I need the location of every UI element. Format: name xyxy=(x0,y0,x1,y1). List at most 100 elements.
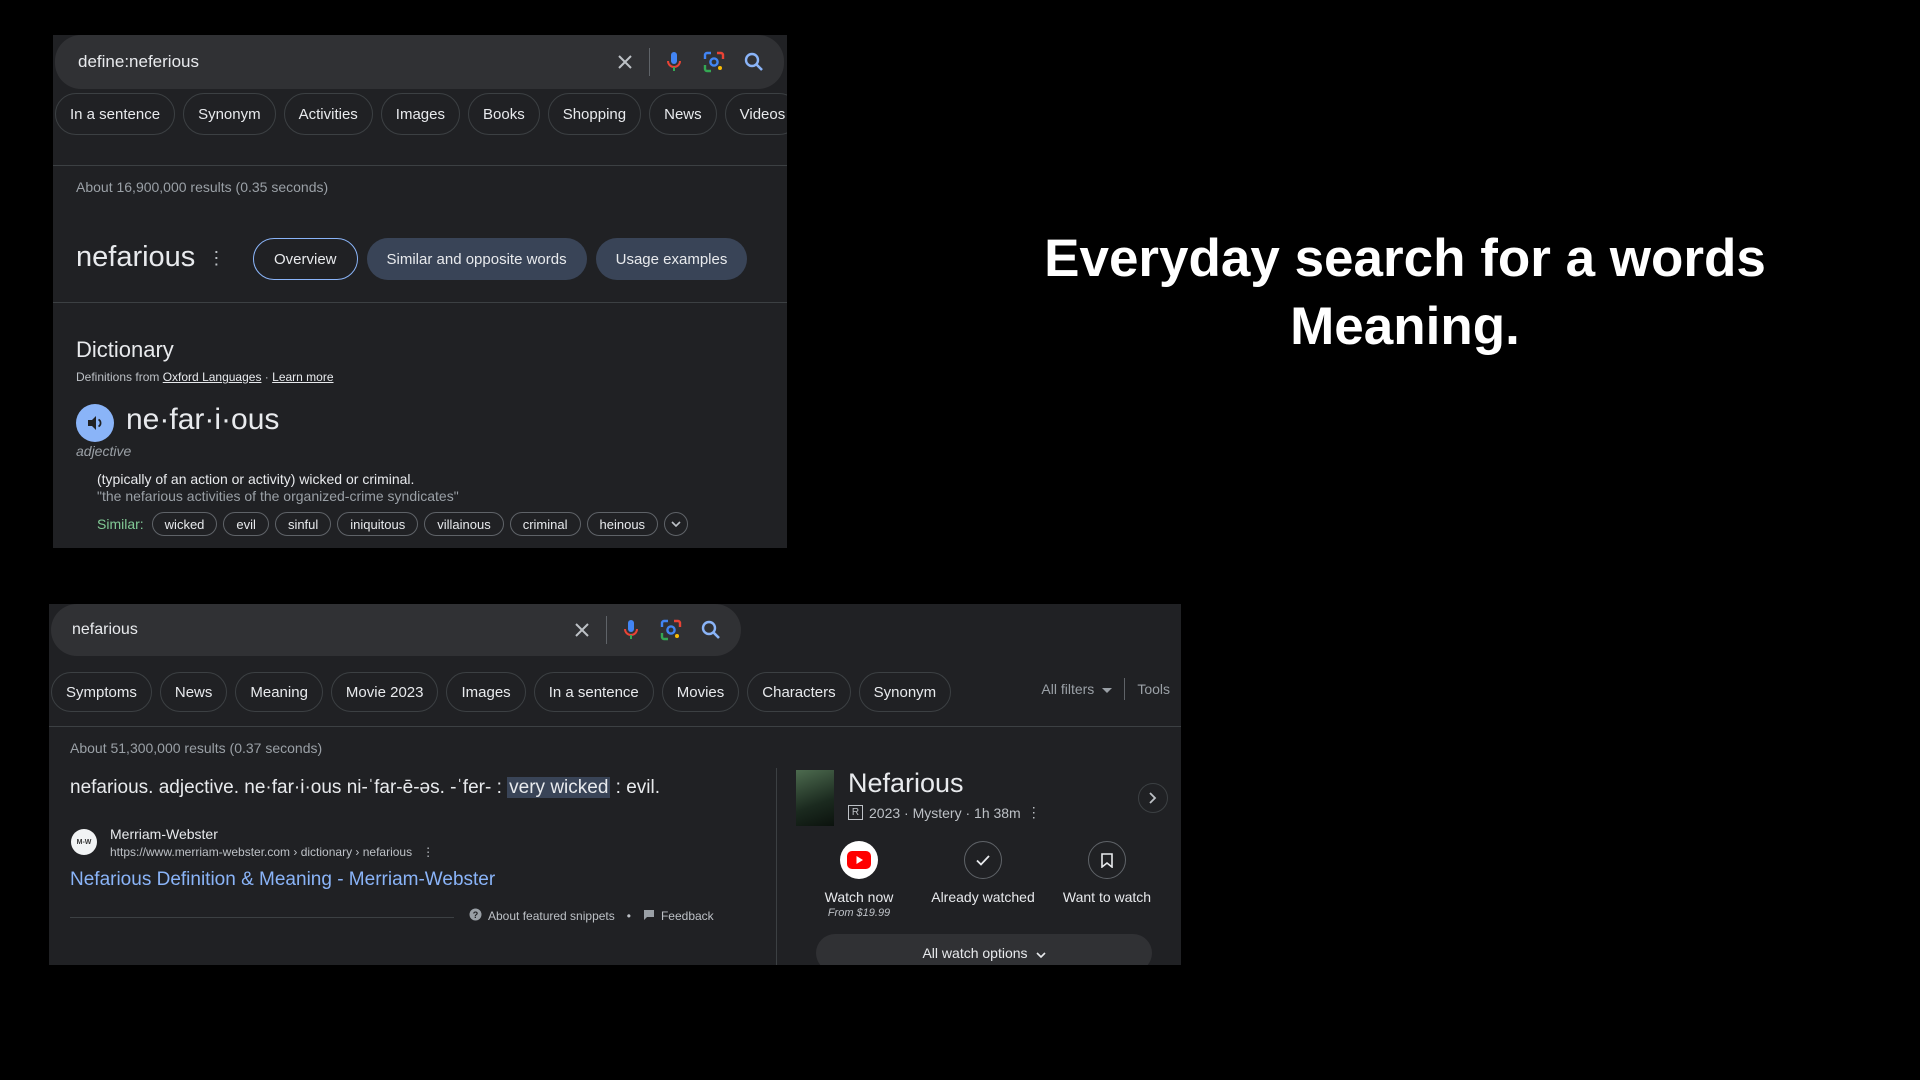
want-to-watch-option[interactable]: Want to watch xyxy=(1047,841,1167,905)
already-watched-label: Already watched xyxy=(931,889,1035,905)
source-prefix: Definitions from xyxy=(76,370,160,384)
watch-now-option[interactable]: Watch now From $19.99 xyxy=(799,841,919,919)
chip-news[interactable]: News xyxy=(649,93,717,135)
word-header: nefarious ⋮ xyxy=(76,241,225,274)
chip-books[interactable]: Books xyxy=(468,93,540,135)
bookmark-icon xyxy=(1088,841,1126,879)
search-screenshot-define: define:neferious In a sentence Synonym A… xyxy=(53,35,787,548)
example-sentence: "the nefarious activities of the organiz… xyxy=(97,488,459,504)
movie-poster[interactable] xyxy=(796,770,834,826)
headline-line-1: Everyday search for a words xyxy=(1044,229,1766,288)
vertical-divider xyxy=(776,768,777,965)
chip-shopping[interactable]: Shopping xyxy=(547,93,642,135)
all-watch-options-label: All watch options xyxy=(922,945,1028,961)
phonetic-spelling: ne·far·i·ous xyxy=(126,403,280,436)
about-featured-snippets-link[interactable]: About featured snippets xyxy=(488,909,615,923)
chip-news[interactable]: News xyxy=(159,672,228,712)
lens-icon[interactable] xyxy=(694,42,734,82)
filter-tools: All filters Tools xyxy=(1041,678,1170,700)
divider xyxy=(53,165,787,166)
clear-icon[interactable] xyxy=(562,610,602,650)
microphone-icon[interactable] xyxy=(611,610,651,650)
search-bar: define:neferious xyxy=(55,35,784,89)
search-screenshot-nefarious: nefarious Symptoms News Meaning Movie 20… xyxy=(49,604,1181,965)
synonym-chip[interactable]: evil xyxy=(223,512,269,536)
chip-characters[interactable]: Characters xyxy=(747,672,851,712)
site-url-text: https://www.merriam-webster.com › dictio… xyxy=(110,845,413,859)
site-favicon: M-W xyxy=(71,829,97,855)
chip-videos[interactable]: Videos xyxy=(724,93,787,135)
word-tabs: Overview Similar and opposite words Usag… xyxy=(253,238,748,280)
result-stats: About 51,300,000 results (0.37 seconds) xyxy=(70,740,323,756)
chip-images[interactable]: Images xyxy=(446,672,526,712)
chevron-right-icon[interactable] xyxy=(1138,783,1168,813)
search-divider xyxy=(606,616,607,644)
youtube-icon xyxy=(840,841,878,879)
help-icon: ? xyxy=(469,908,482,924)
site-name: Merriam-Webster xyxy=(110,826,218,842)
more-options-icon[interactable]: ⋮ xyxy=(422,845,434,859)
want-to-watch-label: Want to watch xyxy=(1062,889,1152,905)
chip-meaning[interactable]: Meaning xyxy=(235,672,323,712)
synonym-chip[interactable]: villainous xyxy=(424,512,504,536)
watch-now-label: Watch now xyxy=(824,889,894,905)
chip-images[interactable]: Images xyxy=(380,93,460,135)
chip-synonym[interactable]: Synonym xyxy=(858,672,952,712)
search-bar: nefarious xyxy=(51,604,741,656)
divider xyxy=(53,302,787,303)
snippet-highlight: very wicked xyxy=(507,777,611,798)
clear-icon[interactable] xyxy=(605,42,645,82)
result-stats: About 16,900,000 results (0.35 seconds) xyxy=(76,179,329,195)
synonym-chip[interactable]: criminal xyxy=(509,512,581,536)
filter-chips: In a sentence Synonym Activities Images … xyxy=(55,93,787,135)
chip-in-a-sentence[interactable]: In a sentence xyxy=(533,672,654,712)
search-divider xyxy=(649,48,650,76)
search-input[interactable]: define:neferious xyxy=(55,52,605,72)
chip-symptoms[interactable]: Symptoms xyxy=(51,672,152,712)
more-options-icon[interactable]: ⋮ xyxy=(207,249,225,267)
chip-synonym[interactable]: Synonym xyxy=(183,93,276,135)
dropdown-arrow-icon[interactable] xyxy=(1102,681,1113,697)
all-watch-options-button[interactable]: All watch options xyxy=(816,934,1152,965)
tools-button[interactable]: Tools xyxy=(1137,681,1170,697)
synonym-chip[interactable]: sinful xyxy=(274,512,332,536)
synonym-chip[interactable]: heinous xyxy=(586,512,659,536)
pronounce-speaker-icon[interactable] xyxy=(76,404,114,442)
dictionary-title: Dictionary xyxy=(76,337,174,362)
rating-badge: R xyxy=(848,805,863,820)
featured-snippet: nefarious. adjective. ne·far·i·ous ni-ˈf… xyxy=(70,777,660,799)
tab-usage-examples[interactable]: Usage examples xyxy=(595,238,748,280)
tab-overview[interactable]: Overview xyxy=(253,238,358,280)
already-watched-option[interactable]: Already watched xyxy=(923,841,1043,905)
more-options-icon[interactable]: ⋮ xyxy=(1027,804,1041,821)
expand-chevron-icon[interactable] xyxy=(664,512,689,536)
word-title: nefarious xyxy=(76,241,196,273)
watch-price: From $19.99 xyxy=(827,907,891,919)
snippet-text-end: : evil. xyxy=(610,777,661,798)
site-url: https://www.merriam-webster.com › dictio… xyxy=(110,845,434,859)
all-filters-button[interactable]: All filters xyxy=(1041,681,1094,697)
lens-icon[interactable] xyxy=(651,610,691,650)
microphone-icon[interactable] xyxy=(654,42,694,82)
synonym-chip[interactable]: wicked xyxy=(151,512,218,536)
search-icon[interactable] xyxy=(691,610,731,650)
feedback-link[interactable]: Feedback xyxy=(661,909,714,923)
search-icon[interactable] xyxy=(734,42,774,82)
search-input[interactable]: nefarious xyxy=(51,621,562,639)
movie-title[interactable]: Nefarious xyxy=(848,768,964,799)
svg-text:?: ? xyxy=(473,910,479,920)
oxford-languages-link[interactable]: Oxford Languages xyxy=(163,370,262,384)
chip-activities[interactable]: Activities xyxy=(283,93,373,135)
chip-movie-2023[interactable]: Movie 2023 xyxy=(330,672,439,712)
learn-more-link[interactable]: Learn more xyxy=(272,370,333,384)
chip-movies[interactable]: Movies xyxy=(661,672,740,712)
movie-meta-text: 2023 · Mystery · 1h 38m xyxy=(869,804,1021,821)
checkmark-icon xyxy=(964,841,1002,879)
chip-in-a-sentence[interactable]: In a sentence xyxy=(55,93,176,135)
tab-similar-opposite[interactable]: Similar and opposite words xyxy=(366,238,587,280)
chevron-down-icon xyxy=(1035,945,1046,961)
snippet-text: nefarious. adjective. ne·far·i·ous ni-ˈf… xyxy=(70,777,508,798)
synonym-chip[interactable]: iniquitous xyxy=(337,512,419,536)
result-title-link[interactable]: Nefarious Definition & Meaning - Merriam… xyxy=(70,869,495,891)
headline-line-2: Meaning. xyxy=(1290,297,1520,356)
